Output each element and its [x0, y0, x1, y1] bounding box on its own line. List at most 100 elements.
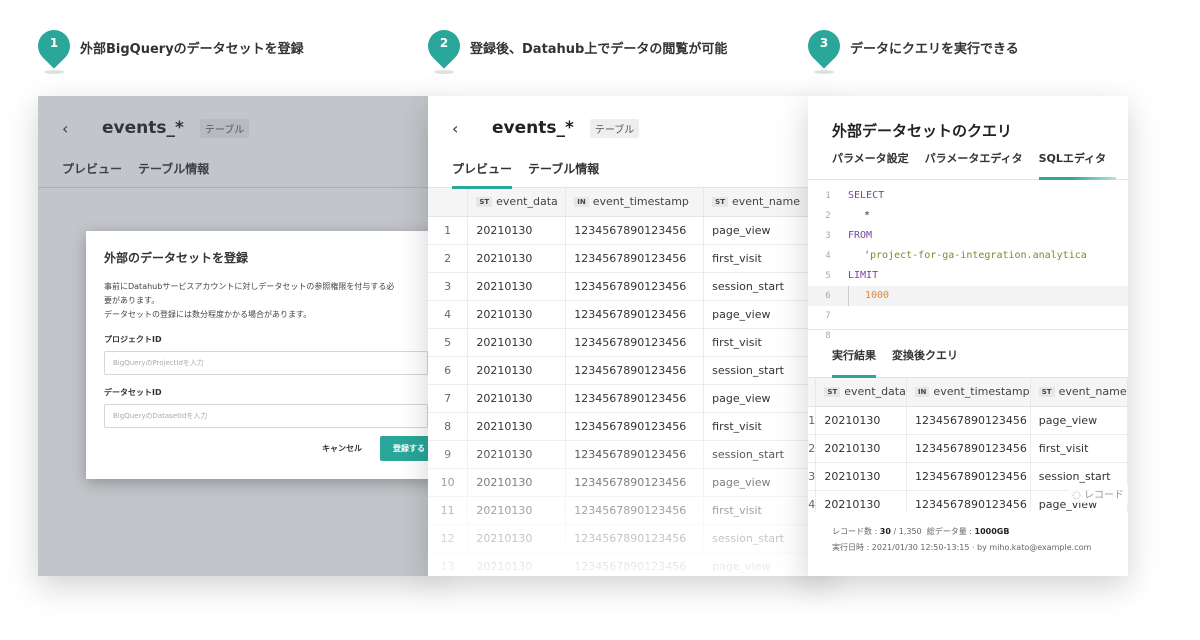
table-row[interactable]: 2 20210130 1234567890123456 first_visit	[808, 434, 1128, 463]
table-row[interactable]: 4 20210130 1234567890123456 page_view	[428, 300, 828, 329]
table-row[interactable]: 13 20210130 1234567890123456 page_view	[428, 552, 828, 576]
table-row[interactable]: 1 20210130 1234567890123456 page_view	[808, 406, 1128, 435]
tab-table-info[interactable]: テーブル情報	[528, 160, 599, 188]
table-cell: 1234567890123456	[565, 300, 705, 329]
code-line: 8	[825, 331, 831, 341]
tab-parameter-editor[interactable]: パラメータエディタ	[925, 144, 1023, 179]
project-id-input[interactable]: BigQueryのProjectIdを入力	[104, 351, 428, 375]
tab-converted-query[interactable]: 変換後クエリ	[892, 347, 958, 377]
table-cell: page_view	[1030, 406, 1128, 435]
code-line: 7	[825, 311, 831, 321]
table-cell: 20210130	[467, 468, 567, 497]
query-title: 外部データセットのクエリ	[832, 122, 1013, 140]
table-cell: 1	[428, 216, 469, 245]
table-cell: 20210130	[467, 300, 567, 329]
table-cell: 20210130	[467, 440, 567, 469]
table-cell: 2	[808, 434, 817, 463]
table-row[interactable]: 3 20210130 1234567890123456 session_start	[428, 272, 828, 301]
step-marker-icon: 2	[421, 23, 467, 74]
dataset-id-label: データセットID	[104, 388, 162, 397]
table-cell: 20210130	[467, 244, 567, 273]
sql-editor[interactable]: 1 SELECT 2 * 3 FROM 4 ‘project-for-ga-integr…	[808, 180, 1128, 341]
table-cell: 4	[428, 300, 469, 329]
step-text: 登録後、Datahub上でデータの閲覧が可能	[470, 41, 728, 57]
table-row[interactable]: 7 20210130 1234567890123456 page_view	[428, 384, 828, 413]
table-cell: 13	[428, 552, 469, 576]
table-cell: 8	[428, 412, 469, 441]
column-header[interactable]: ST event_data	[815, 378, 907, 407]
code-line: 2 *	[825, 210, 871, 221]
register-dataset-panel: ‹ events_* テーブル プレビュー テーブル情報 外部のデータセットを登…	[38, 96, 438, 576]
table-cell: 20210130	[467, 412, 567, 441]
table-cell: 2	[428, 244, 469, 273]
table-cell: 1234567890123456	[565, 412, 705, 441]
table-badge: テーブル	[589, 118, 640, 138]
tab-results[interactable]: 実行結果	[832, 347, 876, 378]
table-cell: 20210130	[467, 272, 567, 301]
table-cell: 7	[428, 384, 469, 413]
column-header[interactable]: IN event_timestamp	[565, 188, 705, 217]
tab-parameter-settings[interactable]: パラメータ設定	[832, 144, 909, 179]
modal-desc-line: 要があります。	[104, 296, 160, 305]
table-cell: 10	[428, 468, 469, 497]
step-3: 3 データにクエリを実行できる	[801, 23, 1019, 74]
tab-preview[interactable]: プレビュー	[452, 160, 513, 189]
table-cell: 1234567890123456	[565, 244, 705, 273]
table-cell: 1234567890123456	[906, 406, 1031, 435]
table-row[interactable]: 10 20210130 1234567890123456 page_view	[428, 468, 828, 497]
table-cell: 9	[428, 440, 469, 469]
table-cell: 1234567890123456	[906, 462, 1031, 491]
table-cell: 1234567890123456	[565, 216, 705, 245]
step-marker-icon: 1	[31, 23, 77, 74]
table-cell: 11	[428, 496, 469, 525]
table-cell: 20210130	[467, 356, 567, 385]
table-cell: 20210130	[467, 328, 567, 357]
index-header	[808, 378, 817, 407]
table-cell: 3	[428, 272, 469, 301]
modal-title: 外部のデータセットを登録	[104, 251, 249, 265]
cancel-button[interactable]: キャンセル	[322, 443, 362, 454]
project-id-label: プロジェクトID	[104, 335, 162, 344]
table-cell: 20210130	[815, 434, 907, 463]
table-cell: 5	[428, 328, 469, 357]
column-header[interactable]: IN event_timestamp	[906, 378, 1031, 407]
dataset-id-input[interactable]: BigQueryのDatasetIdを入力	[104, 404, 428, 428]
table-row[interactable]: 8 20210130 1234567890123456 first_visit	[428, 412, 828, 441]
table-row[interactable]: 6 20210130 1234567890123456 session_start	[428, 356, 828, 385]
table-cell: 6	[428, 356, 469, 385]
code-line: 1 SELECT	[825, 190, 885, 201]
table-preview-panel: ‹ events_* テーブル プレビュー テーブル情報 ST event_dat…	[428, 96, 828, 576]
table-cell: 20210130	[815, 462, 907, 491]
table-cell: 12	[428, 524, 469, 553]
table-cell: 1234567890123456	[565, 468, 705, 497]
table-row[interactable]: 11 20210130 1234567890123456 first_visit	[428, 496, 828, 525]
table-row[interactable]: 9 20210130 1234567890123456 session_start	[428, 440, 828, 469]
table-row[interactable]: 12 20210130 1234567890123456 session_start	[428, 524, 828, 553]
table-row[interactable]: 1 20210130 1234567890123456 page_view	[428, 216, 828, 245]
modal-desc-line: データセットの登録には数分程度かかる場合があります。	[104, 310, 312, 319]
table-row[interactable]: 5 20210130 1234567890123456 first_visit	[428, 328, 828, 357]
column-header[interactable]: ST event_name	[1030, 378, 1128, 407]
tab-sql-editor[interactable]: SQLエディタ	[1038, 144, 1116, 180]
code-line: 4 ‘project-for-ga-integration.analytica	[825, 250, 1087, 261]
table-cell: first_visit	[1030, 434, 1128, 463]
step-text: データにクエリを実行できる	[850, 41, 1019, 57]
index-header	[428, 188, 469, 217]
result-meta: レコード数 : 30 / 1,350 総データ量 : 1000GB 実行日時 :…	[832, 527, 1092, 552]
back-icon[interactable]: ‹	[452, 119, 472, 138]
table-title: events_*	[492, 118, 574, 138]
table-cell: 1234567890123456	[565, 384, 705, 413]
table-row[interactable]: 2 20210130 1234567890123456 first_visit	[428, 244, 828, 273]
table-cell: 1234567890123456	[906, 490, 1031, 512]
preview-table: ST event_data IN event_timestamp ST event_n…	[428, 188, 828, 576]
step-2: 2 登録後、Datahub上でデータの閲覧が可能	[421, 23, 728, 74]
step-text: 外部BigQueryのデータセットを登録	[80, 41, 304, 57]
step-marker-icon: 3	[801, 23, 847, 74]
table-cell: 20210130	[815, 490, 907, 512]
table-cell: 20210130	[467, 384, 567, 413]
table-cell: 20210130	[467, 216, 567, 245]
table-cell: 1234567890123456	[565, 272, 705, 301]
loading-indicator: ◌ レコード	[1068, 484, 1128, 503]
table-cell: 1234567890123456	[906, 434, 1031, 463]
column-header[interactable]: ST event_data	[467, 188, 567, 217]
